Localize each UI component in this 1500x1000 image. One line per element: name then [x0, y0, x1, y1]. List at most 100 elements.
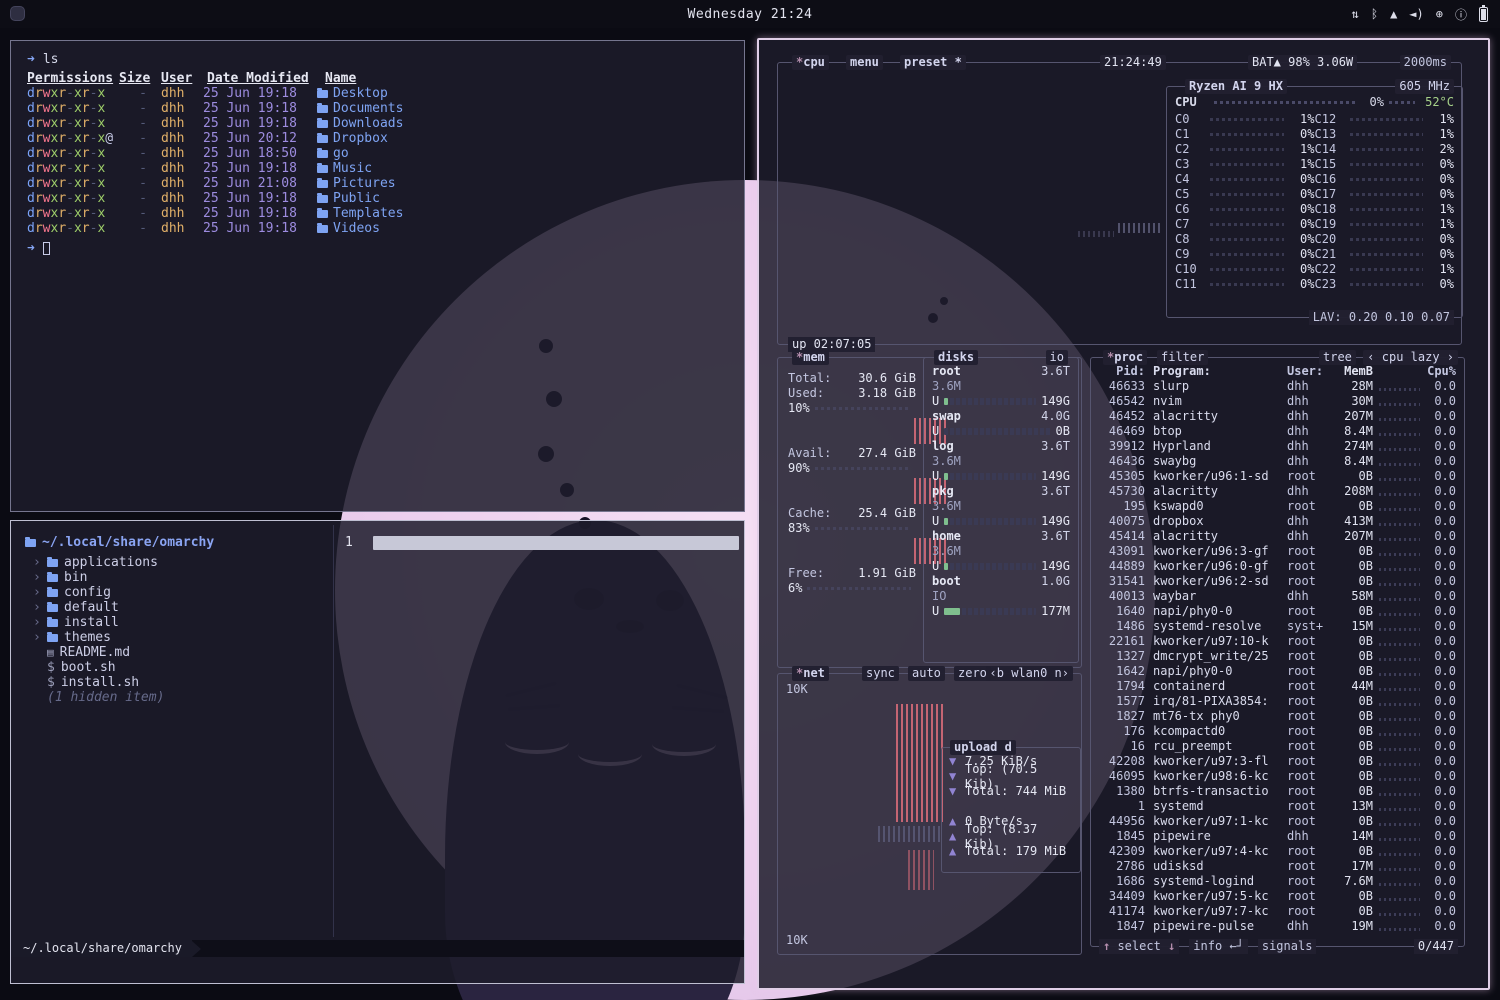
- process-row[interactable]: 46095kworker/u98:6-kcroot0B0.0: [1091, 769, 1464, 784]
- mem-box-title[interactable]: *mem: [792, 350, 829, 365]
- process-row[interactable]: 46452alacrittydhh207M0.0: [1091, 409, 1464, 424]
- process-row[interactable]: 1380btrfs-transactioroot0B0.0: [1091, 784, 1464, 799]
- process-row[interactable]: 41174kworker/u97:7-kcroot0B0.0: [1091, 904, 1464, 919]
- process-row[interactable]: 16rcu_preemptroot0B0.0: [1091, 739, 1464, 754]
- file-name[interactable]: go: [305, 146, 349, 161]
- file-row[interactable]: drwxr-xr-x-dhh25 Jun 18:50go: [27, 146, 728, 161]
- selected-row-highlight[interactable]: [373, 536, 739, 550]
- process-row[interactable]: 1642napi/phy0-0root0B0.0: [1091, 664, 1464, 679]
- process-row[interactable]: 1486systemd-resolvesyst+15M0.0: [1091, 619, 1464, 634]
- process-row[interactable]: 1systemdroot13M0.0: [1091, 799, 1464, 814]
- process-row[interactable]: 1640napi/phy0-0root0B0.0: [1091, 604, 1464, 619]
- process-row[interactable]: 46436swaybgdhh8.4M0.0: [1091, 454, 1464, 469]
- proc-header-cpu[interactable]: Cpu%: [1426, 364, 1456, 379]
- column-header[interactable]: Name: [311, 71, 356, 86]
- process-row[interactable]: 34409kworker/u97:5-kcroot0B0.0: [1091, 889, 1464, 904]
- column-header[interactable]: Date Modified: [201, 71, 311, 86]
- process-row[interactable]: 43091kworker/u96:3-gfroot0B0.0: [1091, 544, 1464, 559]
- process-row[interactable]: 40013waybardhh58M0.0: [1091, 589, 1464, 604]
- process-row[interactable]: 176kcompactd0root0B0.0: [1091, 724, 1464, 739]
- file-name[interactable]: Dropbox: [305, 131, 388, 146]
- file-name[interactable]: Public: [305, 191, 380, 206]
- file-name[interactable]: Desktop: [305, 86, 388, 101]
- proc-header-program[interactable]: Program:: [1153, 364, 1287, 379]
- proc-header-pid[interactable]: Pid:: [1099, 364, 1145, 379]
- tree-item[interactable]: ›default: [33, 600, 323, 615]
- file-row[interactable]: drwxr-xr-x-dhh25 Jun 19:18Downloads: [27, 116, 728, 131]
- net-auto-toggle[interactable]: auto: [908, 666, 945, 681]
- prompt-line[interactable]: ➜: [27, 240, 728, 256]
- tree-item[interactable]: ›install: [33, 615, 323, 630]
- proc-sort-mode[interactable]: ‹ cpu lazy ›: [1363, 350, 1458, 365]
- proc-signals-hint[interactable]: signals: [1258, 939, 1317, 954]
- proc-select-hint[interactable]: ↑ select ↓: [1099, 939, 1179, 954]
- process-row[interactable]: 40075dropboxdhh413M0.0: [1091, 514, 1464, 529]
- process-row[interactable]: 195kswapd0root0B0.0: [1091, 499, 1464, 514]
- process-row[interactable]: 45414alacrittydhh207M0.0: [1091, 529, 1464, 544]
- file-row[interactable]: drwxr-xr-x-dhh25 Jun 21:08Pictures: [27, 176, 728, 191]
- process-row[interactable]: 22161kworker/u97:10-kroot0B0.0: [1091, 634, 1464, 649]
- file-row[interactable]: drwxr-xr-x-dhh25 Jun 19:18Templates: [27, 206, 728, 221]
- process-row[interactable]: 1827mt76-tx phy0root0B0.0: [1091, 709, 1464, 724]
- tree-item[interactable]: ›applications: [33, 555, 323, 570]
- process-row[interactable]: 1686systemd-logindroot7.6M0.0: [1091, 874, 1464, 889]
- process-row[interactable]: 1847pipewire-pulsedhh19M0.0: [1091, 919, 1464, 934]
- disks-title[interactable]: disks: [934, 350, 978, 365]
- tree-item[interactable]: ▤README.md: [33, 645, 323, 660]
- proc-header-mem[interactable]: MemB: [1333, 364, 1373, 379]
- proc-info-hint[interactable]: info ←┘: [1189, 939, 1248, 954]
- proc-filter-button[interactable]: filter: [1157, 350, 1208, 365]
- file-row[interactable]: drwxr-xr-x@-dhh25 Jun 20:12Dropbox: [27, 131, 728, 146]
- process-row[interactable]: 42309kworker/u97:4-kcroot0B0.0: [1091, 844, 1464, 859]
- process-row[interactable]: 46542nvimdhh30M0.0: [1091, 394, 1464, 409]
- preset-button[interactable]: preset *: [900, 55, 966, 70]
- net-box-title[interactable]: *net: [792, 666, 829, 681]
- column-header[interactable]: Size: [119, 71, 159, 86]
- process-row[interactable]: 1577irq/81-PIXA3854:root0B0.0: [1091, 694, 1464, 709]
- tree-item[interactable]: $install.sh: [33, 675, 323, 690]
- wifi-icon[interactable]: ▲: [1390, 7, 1397, 21]
- proc-box-title[interactable]: *proc: [1103, 350, 1147, 365]
- info-icon[interactable]: ⓘ: [1455, 6, 1467, 23]
- proc-tree-toggle[interactable]: tree: [1319, 350, 1356, 365]
- process-row[interactable]: 46469btopdhh8.4M0.0: [1091, 424, 1464, 439]
- proc-header-user[interactable]: User:: [1287, 364, 1333, 379]
- battery-icon[interactable]: [1479, 7, 1488, 22]
- process-row[interactable]: 44889kworker/u96:0-gfroot0B0.0: [1091, 559, 1464, 574]
- file-row[interactable]: drwxr-xr-x-dhh25 Jun 19:18Public: [27, 191, 728, 206]
- tree-item[interactable]: ›themes: [33, 630, 323, 645]
- process-row[interactable]: 44956kworker/u97:1-kcroot0B0.0: [1091, 814, 1464, 829]
- process-row[interactable]: 45730alacrittydhh208M0.0: [1091, 484, 1464, 499]
- tree-item[interactable]: $boot.sh: [33, 660, 323, 675]
- net-interface-switcher[interactable]: ‹b wlan0 n›: [986, 666, 1073, 681]
- process-row[interactable]: 1794containerdroot44M0.0: [1091, 679, 1464, 694]
- net-sync-toggle[interactable]: sync: [862, 666, 899, 681]
- file-row[interactable]: drwxr-xr-x-dhh25 Jun 19:18Videos: [27, 221, 728, 236]
- network-transfer-icon[interactable]: ⇅: [1352, 7, 1359, 21]
- process-row[interactable]: 31541kworker/u96:2-sdroot0B0.0: [1091, 574, 1464, 589]
- process-row[interactable]: 45305kworker/u96:1-sdroot0B0.0: [1091, 469, 1464, 484]
- file-row[interactable]: drwxr-xr-x-dhh25 Jun 19:18Music: [27, 161, 728, 176]
- tree-item[interactable]: ›config: [33, 585, 323, 600]
- column-header[interactable]: User: [159, 71, 201, 86]
- process-row[interactable]: 1327dmcrypt_write/25root0B0.0: [1091, 649, 1464, 664]
- process-row[interactable]: 42208kworker/u97:3-flroot0B0.0: [1091, 754, 1464, 769]
- column-header[interactable]: Permissions: [27, 71, 119, 86]
- cpu-box-title[interactable]: *cpu: [792, 55, 829, 70]
- tree-item[interactable]: ›bin: [33, 570, 323, 585]
- file-row[interactable]: drwxr-xr-x-dhh25 Jun 19:18Documents: [27, 101, 728, 116]
- globe-icon[interactable]: ⊕: [1436, 7, 1443, 21]
- file-name[interactable]: Documents: [305, 101, 403, 116]
- file-row[interactable]: drwxr-xr-x-dhh25 Jun 19:18Desktop: [27, 86, 728, 101]
- file-name[interactable]: Music: [305, 161, 372, 176]
- file-name[interactable]: Pictures: [305, 176, 396, 191]
- bluetooth-icon[interactable]: ᛒ: [1371, 7, 1378, 21]
- process-row[interactable]: 1845pipewiredhh14M0.0: [1091, 829, 1464, 844]
- menu-button[interactable]: menu: [846, 55, 883, 70]
- volume-icon[interactable]: ◄): [1409, 7, 1423, 21]
- file-name[interactable]: Videos: [305, 221, 380, 236]
- process-row[interactable]: 2786udisksdroot17M0.0: [1091, 859, 1464, 874]
- process-row[interactable]: 46633slurpdhh28M0.0: [1091, 379, 1464, 394]
- io-toggle[interactable]: io: [1046, 350, 1068, 365]
- file-name[interactable]: Downloads: [305, 116, 403, 131]
